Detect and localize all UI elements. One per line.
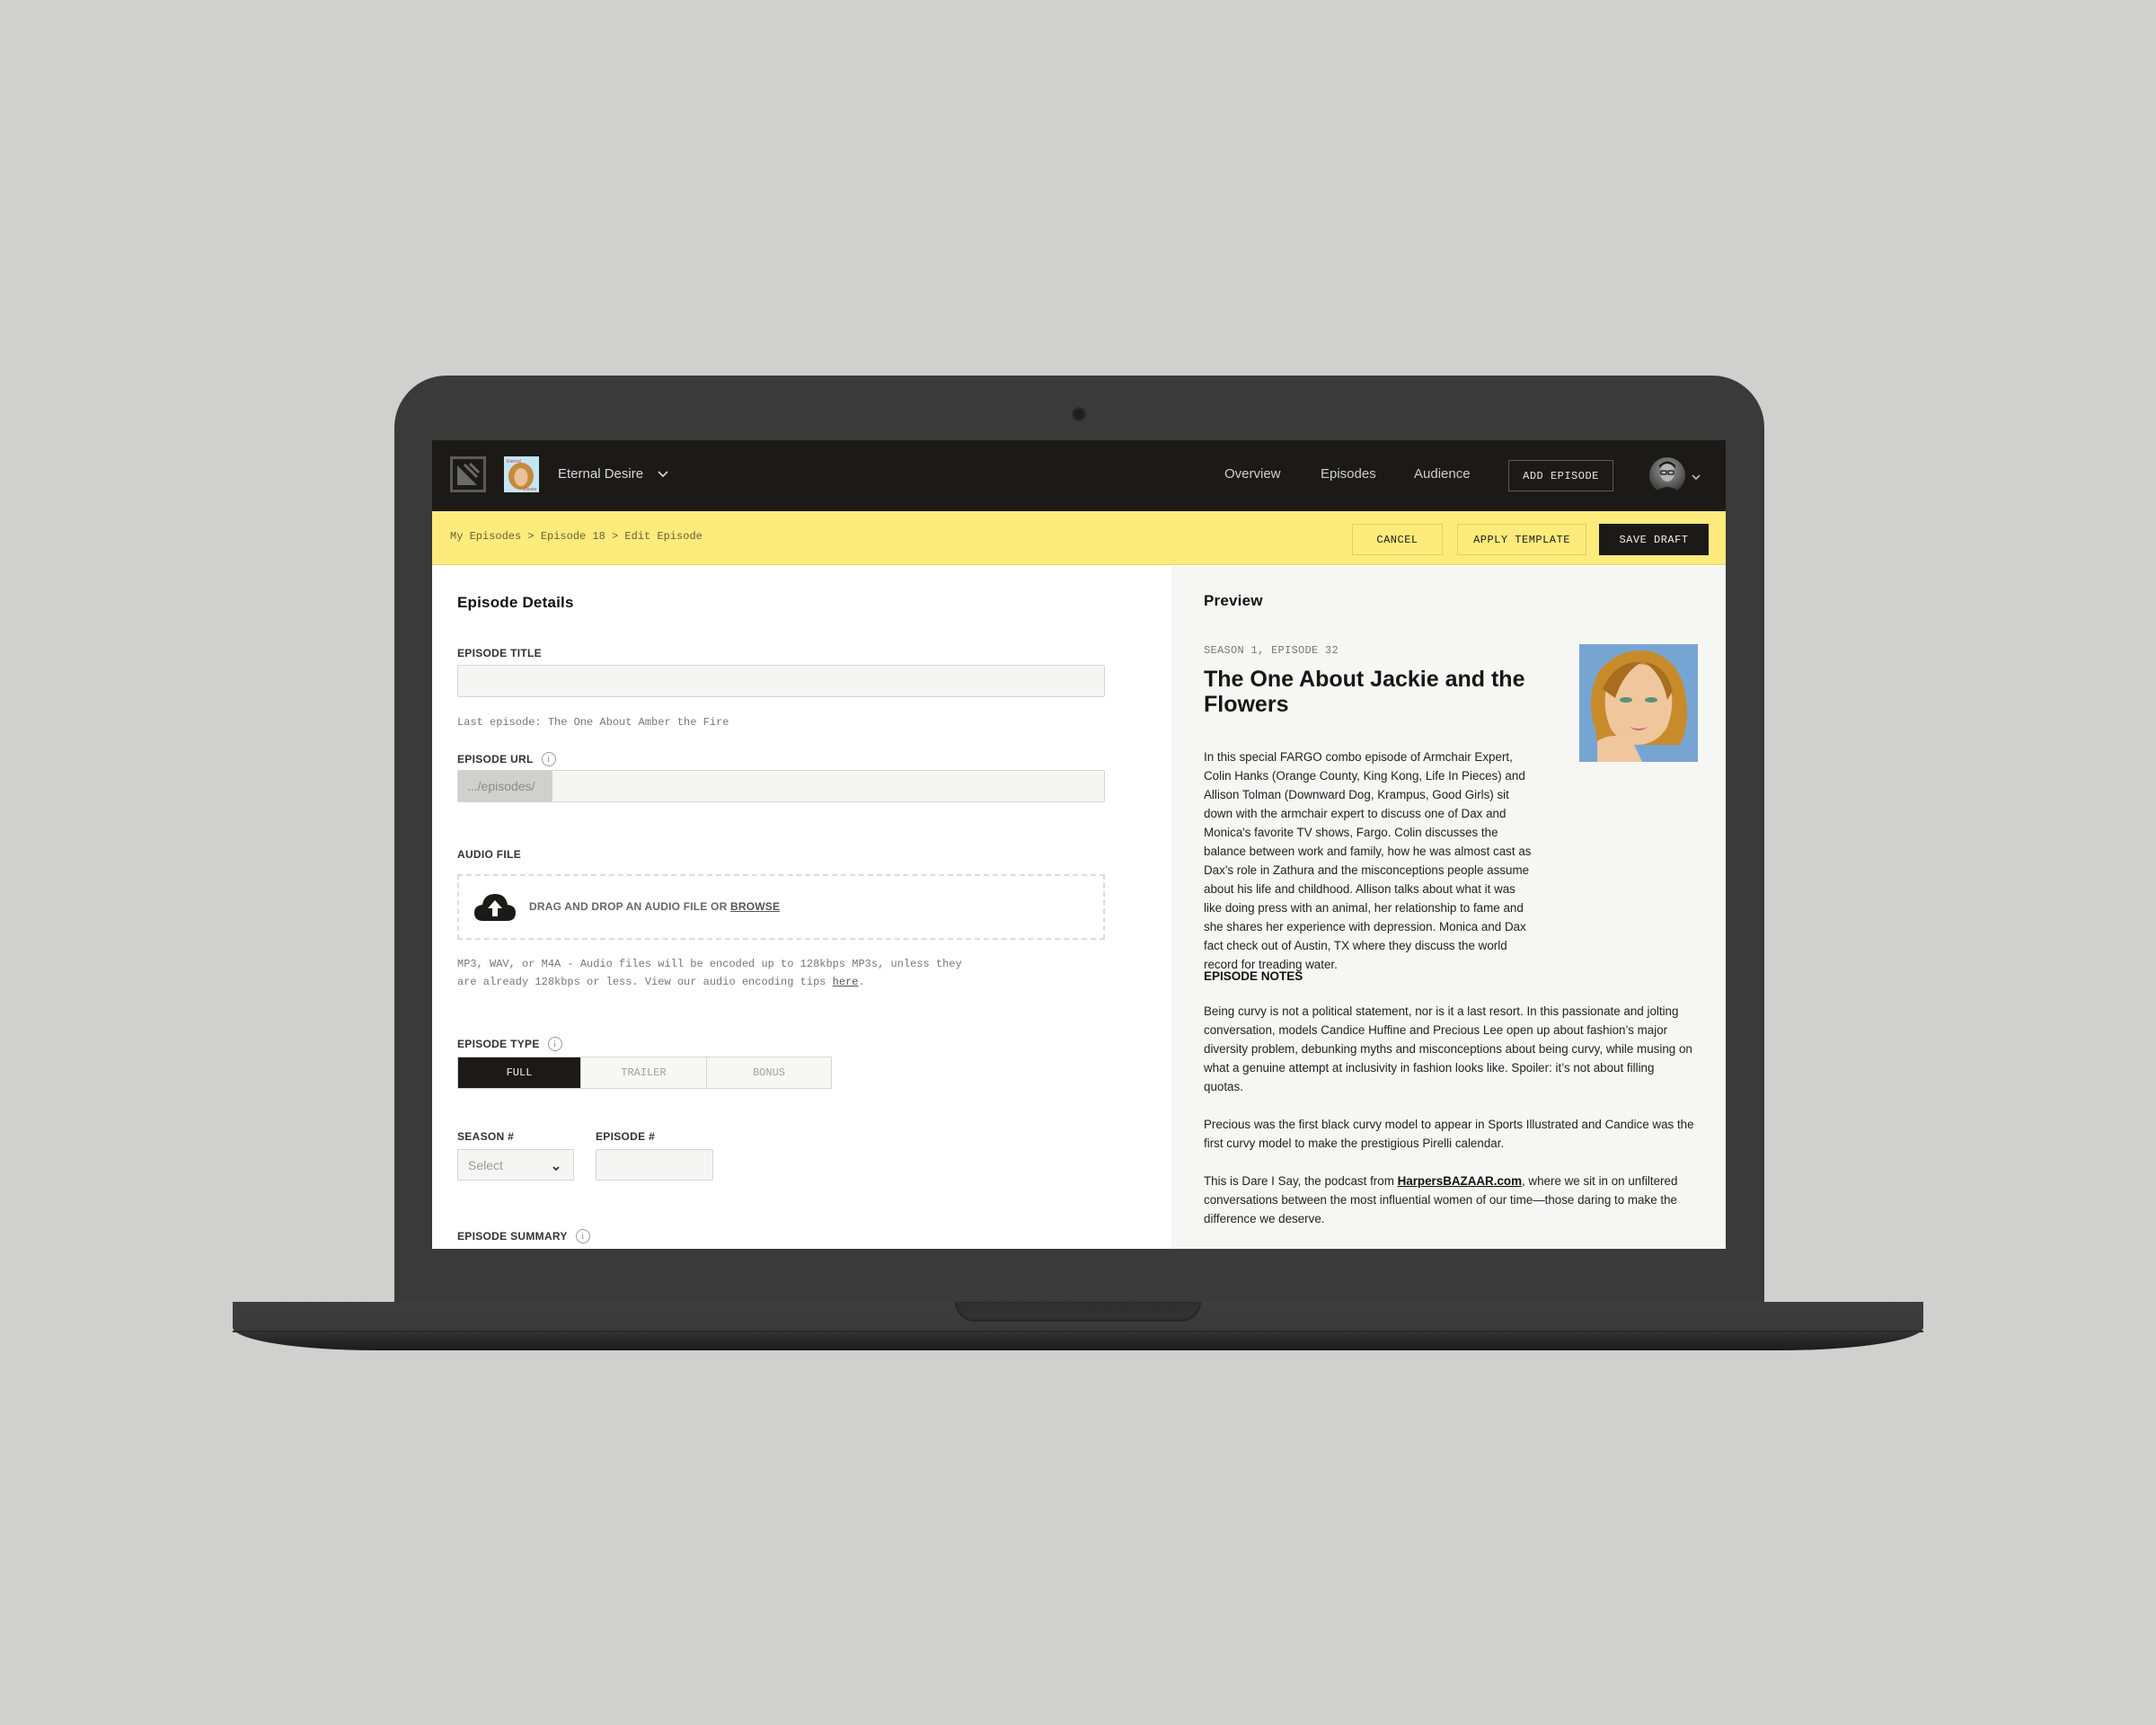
- app-screen: Eternal Desire Eternal Desire Overview E…: [432, 440, 1726, 1249]
- dropzone-text: DRAG AND DROP AN AUDIO FILE OR BROWSE: [529, 900, 781, 913]
- info-icon[interactable]: i: [575, 1229, 590, 1243]
- breadcrumb[interactable]: My Episodes > Episode 18 > Edit Episode: [450, 530, 702, 543]
- type-option-full[interactable]: FULL: [458, 1057, 581, 1088]
- episode-title-input[interactable]: [457, 665, 1105, 697]
- episode-number-input[interactable]: [596, 1149, 713, 1181]
- episode-title-label: EPISODE TITLE: [457, 647, 542, 659]
- preview-description: In this special FARGO combo episode of A…: [1204, 750, 1532, 971]
- episode-notes-paragraph: Precious was the first black curvy model…: [1204, 1118, 1694, 1150]
- webcam: [1074, 409, 1084, 420]
- user-avatar[interactable]: [1649, 457, 1685, 493]
- encoding-tips-link[interactable]: here: [833, 976, 859, 988]
- podcast-cover-thumbnail[interactable]: Eternal Desire: [504, 456, 539, 492]
- last-episode-hint: Last episode: The One About Amber the Fi…: [457, 716, 729, 729]
- account-chevron-down-icon[interactable]: [1691, 470, 1701, 486]
- episode-notes-heading: EPISODE NOTES: [1204, 969, 1303, 983]
- cloud-upload-icon: [473, 890, 517, 927]
- type-option-trailer[interactable]: TRAILER: [581, 1057, 707, 1088]
- action-toolbar: My Episodes > Episode 18 > Edit Episode …: [432, 511, 1726, 565]
- brand-logo-icon[interactable]: [450, 456, 486, 492]
- url-prefix: .../episodes/: [458, 771, 552, 801]
- info-icon[interactable]: i: [547, 1037, 562, 1051]
- podcast-name[interactable]: Eternal Desire: [558, 466, 643, 482]
- audio-dropzone[interactable]: DRAG AND DROP AN AUDIO FILE OR BROWSE: [457, 874, 1105, 940]
- save-draft-button[interactable]: SAVE DRAFT: [1599, 524, 1709, 555]
- svg-text:Desire: Desire: [524, 487, 537, 492]
- preview-episode-title: The One About Jackie and the Flowers: [1204, 667, 1525, 717]
- top-nav: Eternal Desire Eternal Desire Overview E…: [432, 440, 1726, 511]
- browse-link[interactable]: BROWSE: [730, 900, 780, 913]
- episode-type-label: EPISODE TYPE i: [457, 1037, 562, 1051]
- season-select[interactable]: Select: [457, 1149, 574, 1181]
- episode-notes-paragraph: Being curvy is not a political statement…: [1204, 1004, 1692, 1093]
- preview-heading: Preview: [1204, 592, 1263, 609]
- apply-template-button[interactable]: APPLY TEMPLATE: [1457, 524, 1586, 555]
- form-heading: Episode Details: [457, 594, 574, 611]
- audio-file-label: AUDIO FILE: [457, 848, 521, 861]
- episode-url-label: EPISODE URL i: [457, 752, 556, 766]
- chevron-down-icon: [552, 1161, 561, 1175]
- chevron-down-icon[interactable]: [657, 467, 669, 483]
- episode-cover-image: [1579, 644, 1698, 762]
- audio-help-text: MP3, WAV, or M4A - Audio files will be e…: [457, 958, 962, 988]
- season-episode-meta: SEASON 1, EPISODE 32: [1204, 644, 1339, 657]
- harpers-bazaar-link[interactable]: HarpersBAZAAR.com: [1398, 1174, 1522, 1188]
- add-episode-button[interactable]: ADD EPISODE: [1508, 460, 1613, 491]
- episode-url-input[interactable]: .../episodes/: [457, 770, 1105, 802]
- preview-panel: Preview SEASON 1, EPISODE 32 The One Abo…: [1171, 566, 1726, 1249]
- episode-summary-label: EPISODE SUMMARY i: [457, 1229, 590, 1243]
- season-label: SEASON #: [457, 1130, 515, 1143]
- episode-notes-paragraph: This is Dare I Say, the podcast from Har…: [1204, 1174, 1678, 1225]
- episode-number-label: EPISODE #: [596, 1130, 656, 1143]
- nav-overview[interactable]: Overview: [1224, 466, 1281, 482]
- episode-details-form: Episode Details EPISODE TITLE Last episo…: [432, 566, 1171, 1249]
- episode-type-toggle: FULL TRAILER BONUS: [457, 1057, 832, 1089]
- nav-episodes[interactable]: Episodes: [1321, 466, 1376, 482]
- svg-text:Eternal: Eternal: [507, 459, 521, 464]
- laptop-notch: [955, 1302, 1201, 1322]
- info-icon[interactable]: i: [541, 752, 556, 766]
- nav-audience[interactable]: Audience: [1414, 466, 1471, 482]
- cancel-button[interactable]: CANCEL: [1352, 524, 1443, 555]
- type-option-bonus[interactable]: BONUS: [707, 1057, 831, 1088]
